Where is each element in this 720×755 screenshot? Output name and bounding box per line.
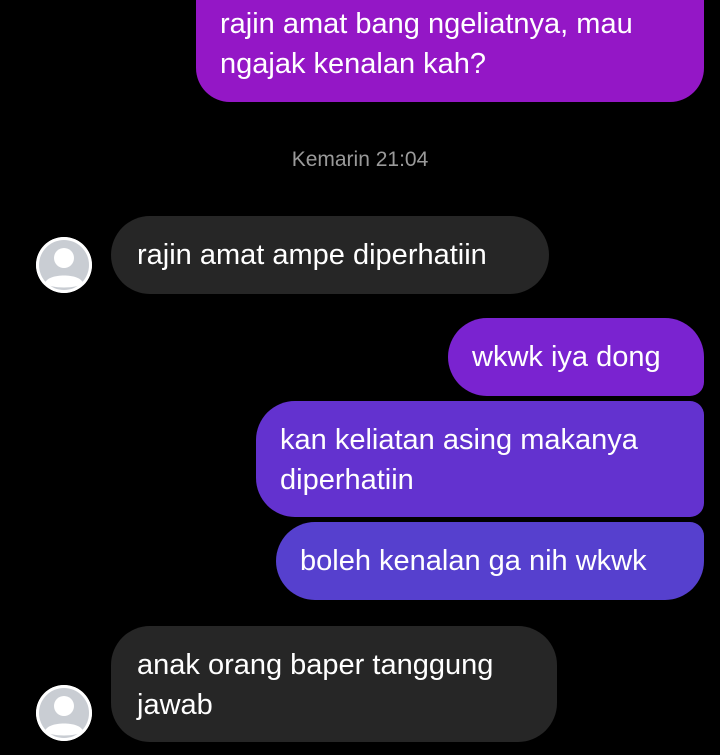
- message-text-line: rajin amat bang ngeliatnya, mau: [220, 8, 633, 40]
- message-text-line: diperhatiin: [280, 464, 414, 496]
- outgoing-message-bubble[interactable]: rajin amat bang ngeliatnya, mau ngajak k…: [196, 0, 704, 102]
- message-text-line: rajin amat ampe diperhatiin: [137, 239, 487, 271]
- default-user-avatar-icon[interactable]: [36, 685, 92, 741]
- message-text-line: boleh kenalan ga nih wkwk: [300, 545, 647, 577]
- message-text-line: anak orang baper tanggung: [137, 649, 494, 681]
- message-text-line: wkwk iya dong: [472, 341, 661, 373]
- incoming-message-bubble[interactable]: anak orang baper tanggung jawab: [111, 626, 557, 742]
- outgoing-message-bubble[interactable]: boleh kenalan ga nih wkwk: [276, 522, 704, 600]
- incoming-message-bubble[interactable]: rajin amat ampe diperhatiin: [111, 216, 549, 294]
- message-text-line: jawab: [137, 689, 213, 721]
- message-timestamp: Kemarin 21:04: [291, 148, 429, 171]
- outgoing-message-bubble[interactable]: wkwk iya dong: [448, 318, 704, 396]
- outgoing-message-bubble[interactable]: kan keliatan asing makanya diperhatiin: [256, 401, 704, 517]
- message-text-line: ngajak kenalan kah?: [220, 48, 487, 80]
- message-text-line: kan keliatan asing makanya: [280, 424, 638, 456]
- default-user-avatar-icon[interactable]: [36, 237, 92, 293]
